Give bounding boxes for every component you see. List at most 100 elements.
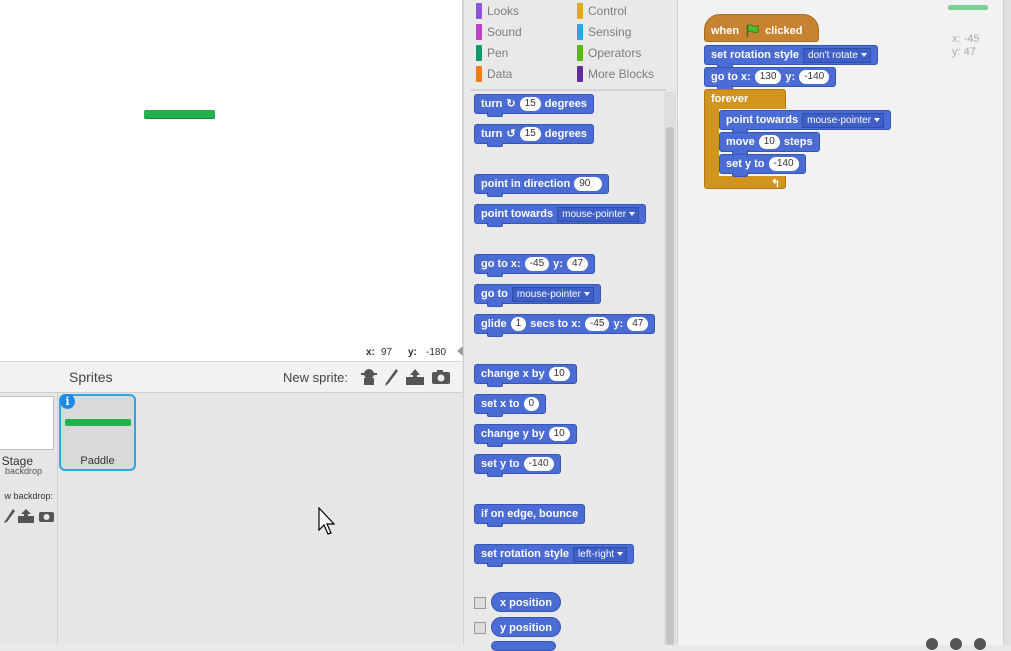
block-input-y[interactable]: 47 [627, 317, 649, 331]
block-input-x[interactable]: 130 [754, 70, 782, 84]
target-dropdown[interactable]: mouse-pointer [802, 112, 885, 128]
category-label: Data [487, 67, 513, 81]
category-swatch [577, 24, 583, 40]
stage-thumbnail[interactable] [0, 396, 54, 450]
target-dropdown[interactable]: mouse-pointer [557, 206, 640, 222]
zoom-reset-icon[interactable] [950, 638, 962, 650]
block-input[interactable]: -140 [768, 157, 799, 171]
block-input[interactable]: 10 [548, 367, 570, 381]
block-glide[interactable]: glide 1 secs to x: -45 y: 47 [474, 314, 656, 337]
rotation-dropdown[interactable]: don't rotate [803, 47, 871, 63]
block-turn-right[interactable]: turn ↻ 15 degrees [474, 94, 594, 117]
category-control[interactable]: Control [577, 3, 627, 19]
category-swatch [476, 66, 482, 82]
script-set-rotation-style[interactable]: set rotation style don't rotate [704, 45, 878, 68]
script-go-to-xy[interactable]: go to x: 130 y: -140 [704, 67, 837, 90]
block-text: y: [613, 318, 624, 330]
block-turn-left[interactable]: turn ↺ 15 degrees [474, 124, 594, 147]
camera-backdrop-icon[interactable] [38, 510, 55, 523]
category-sound[interactable]: Sound [476, 24, 522, 40]
category-label: Operators [588, 46, 642, 60]
upload-sprite-icon[interactable] [405, 368, 425, 386]
choose-sprite-library-icon[interactable] [360, 367, 378, 387]
category-pen[interactable]: Pen [476, 45, 508, 61]
block-text: point towards [726, 114, 799, 126]
block-go-to-xy[interactable]: go to x: -45 y: 47 [474, 254, 596, 277]
block-text: move [726, 136, 755, 148]
block-if-on-edge-bounce[interactable]: if on edge, bounce [474, 504, 586, 527]
block-input-y[interactable]: -140 [799, 70, 830, 84]
block-text: set rotation style [481, 548, 570, 560]
block-text: set x to [481, 398, 520, 410]
rotation-dropdown[interactable]: left-right [573, 546, 628, 562]
info-icon[interactable]: i [60, 394, 75, 409]
block-go-to[interactable]: go to mouse-pointer [474, 284, 601, 307]
sprite-mini-thumbnail [948, 5, 988, 10]
reporter-y-position[interactable]: y position [491, 617, 561, 637]
script-set-y[interactable]: set y to -140 [719, 154, 806, 177]
block-input[interactable]: 0 [523, 397, 540, 411]
block-text: set y to [726, 158, 765, 170]
y-position-checkbox[interactable] [474, 622, 486, 634]
palette-scroll-thumb[interactable] [666, 127, 674, 645]
block-input[interactable]: 15 [519, 127, 541, 141]
block-input-secs[interactable]: 1 [510, 317, 527, 331]
reporter-x-position[interactable]: x position [491, 592, 561, 612]
reporter-direction[interactable] [491, 641, 556, 651]
block-change-y[interactable]: change y by 10 [474, 424, 577, 447]
paddle-sprite[interactable] [144, 110, 215, 119]
stage[interactable] [0, 0, 463, 344]
block-set-rotation-style[interactable]: set rotation style left-right [474, 544, 635, 567]
target-dropdown[interactable]: mouse-pointer [511, 286, 594, 302]
sprite-name-paddle: Paddle [80, 455, 115, 467]
block-text: steps [783, 136, 813, 148]
sprites-title: Sprites [69, 369, 113, 385]
category-swatch [476, 45, 482, 61]
stage-coordinates: x: 97 y: -180 [0, 343, 462, 362]
script-forever-block[interactable]: forever [704, 89, 786, 109]
block-point-in-direction[interactable]: point in direction 90 [474, 174, 610, 197]
block-input[interactable]: 15 [519, 97, 541, 111]
block-point-towards[interactable]: point towards mouse-pointer [474, 204, 647, 227]
block-input[interactable]: -140 [523, 457, 554, 471]
upload-backdrop-icon[interactable] [17, 508, 35, 524]
block-text: glide [481, 318, 507, 330]
category-label: Control [588, 4, 627, 18]
category-data[interactable]: Data [476, 66, 512, 82]
direction-dropdown[interactable]: 90 [574, 177, 603, 191]
scripts-scrollbar[interactable] [1003, 0, 1011, 645]
stage-backdrop-label: backdrop [4, 466, 42, 476]
category-looks[interactable]: Looks [476, 3, 519, 19]
paint-sprite-icon[interactable] [383, 367, 399, 387]
category-label: Pen [487, 46, 509, 60]
paint-backdrop-icon[interactable] [3, 508, 15, 524]
category-label: Sensing [588, 25, 632, 39]
category-sensing[interactable]: Sensing [577, 24, 631, 40]
block-set-x[interactable]: set x to 0 [474, 394, 547, 417]
camera-sprite-icon[interactable] [431, 369, 451, 385]
category-operators[interactable]: Operators [577, 45, 641, 61]
category-selector: Looks Sound Pen Data Control Sensing Ope… [464, 0, 676, 88]
block-input[interactable]: 10 [548, 427, 570, 441]
script-point-towards[interactable]: point towards mouse-pointer [719, 110, 892, 133]
zoom-in-icon[interactable] [974, 638, 986, 650]
zoom-out-icon[interactable] [926, 638, 938, 650]
category-more-blocks[interactable]: More Blocks [577, 66, 654, 82]
script-move-steps[interactable]: move 10 steps [719, 132, 820, 155]
stage-y-label: y: [408, 347, 417, 358]
block-input-x[interactable]: -45 [584, 317, 610, 331]
block-text: degrees [544, 98, 587, 110]
block-change-x[interactable]: change x by 10 [474, 364, 577, 387]
block-input-y[interactable]: 47 [566, 257, 589, 271]
block-input[interactable]: 10 [758, 135, 780, 149]
x-position-checkbox[interactable] [474, 597, 486, 609]
block-set-y[interactable]: set y to -140 [474, 454, 561, 477]
block-text: go to x: [481, 258, 521, 270]
forever-block-arm [704, 108, 719, 176]
palette-divider [470, 89, 666, 91]
block-text: secs to x: [530, 318, 581, 330]
block-when-flag-clicked[interactable]: when clicked [704, 14, 819, 42]
category-swatch [476, 24, 482, 40]
category-swatch [577, 66, 583, 82]
block-input-x[interactable]: -45 [524, 257, 550, 271]
